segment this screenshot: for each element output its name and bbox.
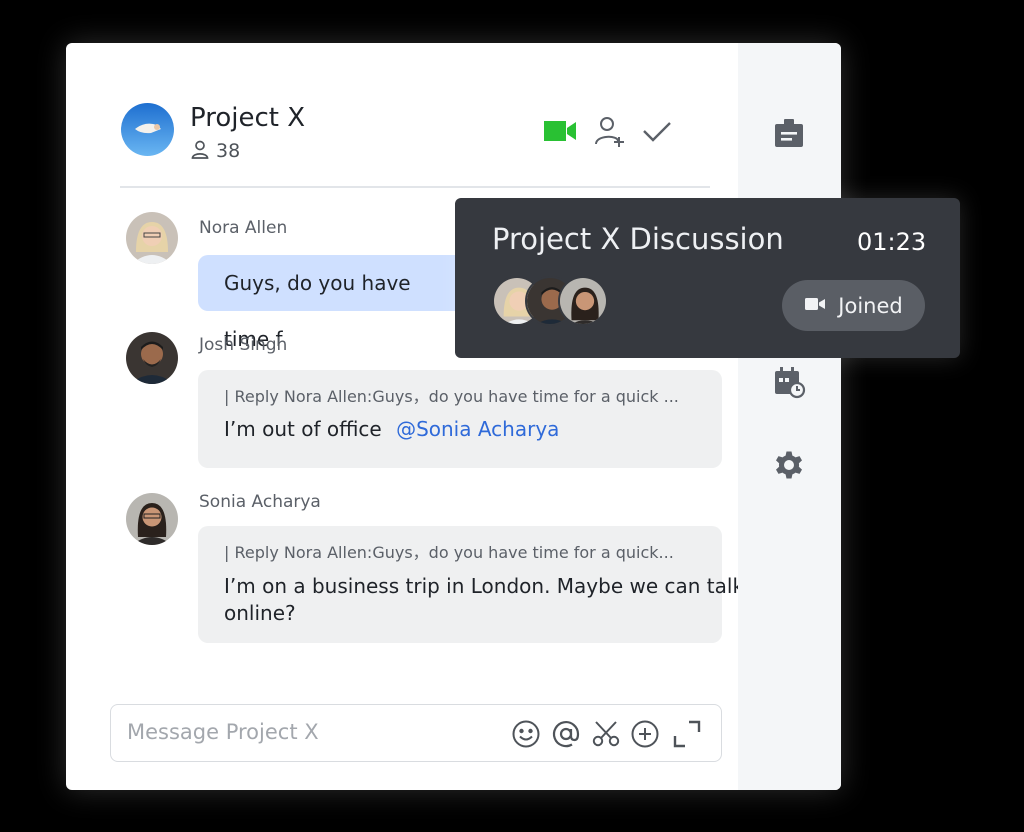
- chat-window: Project X 38 Nora Allen Guys, do you hav…: [66, 43, 841, 790]
- reply-quote[interactable]: | Reply Nora Allen:Guys，do you have time…: [224, 383, 696, 407]
- schedule-icon[interactable]: [772, 365, 806, 399]
- emoji-icon[interactable]: [511, 719, 541, 749]
- sender-name: Sonia Acharya: [199, 492, 321, 512]
- call-participants[interactable]: [492, 276, 622, 326]
- sender-name: Nora Allen: [199, 218, 288, 238]
- message-bubble[interactable]: Guys, do you have time f: [198, 255, 468, 351]
- message-text: I’m out of office: [224, 417, 382, 441]
- message-text: I’m on a business trip in London. Maybe …: [224, 574, 745, 598]
- message-body: I’m out of office @Sonia Acharya: [224, 417, 696, 441]
- add-icon[interactable]: [630, 719, 660, 749]
- members-icon: [190, 139, 210, 163]
- message-body: I’m on a business trip in London. Maybe …: [224, 573, 745, 627]
- mention-link[interactable]: @Sonia Acharya: [396, 417, 559, 441]
- message-input-placeholder: Message Project X: [127, 720, 319, 744]
- avatar-sonia-acharya[interactable]: [126, 493, 178, 545]
- participant-avatar: [558, 276, 608, 326]
- message-input[interactable]: Message Project X: [110, 704, 722, 762]
- group-avatar[interactable]: [121, 103, 174, 156]
- avatar-nora-allen[interactable]: [126, 212, 178, 264]
- call-title: Project X Discussion: [492, 222, 784, 256]
- joined-button[interactable]: Joined: [782, 280, 925, 331]
- call-card[interactable]: Project X Discussion 01:23 Joined: [455, 198, 960, 358]
- mention-icon[interactable]: [551, 719, 581, 749]
- check-icon[interactable]: [641, 115, 677, 147]
- right-rail: [738, 43, 841, 790]
- message-bubble[interactable]: | Reply Nora Allen:Guys，do you have time…: [198, 370, 722, 468]
- sender-name: Josh Singh: [199, 335, 288, 355]
- reply-quote[interactable]: | Reply Nora Allen:Guys，do you have time…: [224, 539, 696, 563]
- scissors-icon[interactable]: [591, 719, 621, 749]
- announcement-icon[interactable]: [772, 116, 806, 150]
- settings-icon[interactable]: [772, 448, 806, 482]
- call-timer: 01:23: [857, 228, 927, 256]
- video-camera-icon: [804, 294, 826, 318]
- members-count-value: 38: [216, 140, 241, 162]
- header-divider: [120, 186, 710, 188]
- video-call-icon[interactable]: [543, 115, 579, 147]
- chat-title: Project X: [190, 103, 306, 133]
- message-bubble[interactable]: | Reply Nora Allen:Guys，do you have time…: [198, 526, 745, 643]
- expand-icon[interactable]: [672, 719, 702, 749]
- joined-label: Joined: [838, 293, 903, 318]
- message-text: online?: [224, 601, 296, 625]
- member-count[interactable]: 38: [190, 139, 240, 163]
- avatar-josh-singh[interactable]: [126, 332, 178, 384]
- add-member-icon[interactable]: [593, 115, 629, 147]
